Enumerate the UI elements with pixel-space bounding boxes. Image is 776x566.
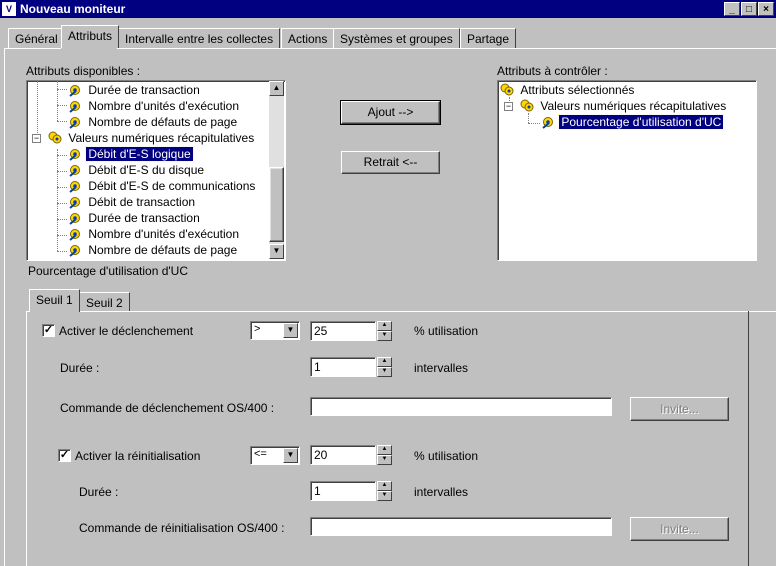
- tree-group[interactable]: Valeurs numériques récapitulatives: [47, 130, 256, 146]
- tab-intervalle[interactable]: Intervalle entre les collectes: [118, 28, 281, 48]
- attribute-group-icon: [500, 83, 514, 96]
- reset-duration-unit: intervalles: [414, 485, 469, 499]
- trigger-value-spinner[interactable]: 25 ▲ ▼: [310, 321, 392, 341]
- spin-down-icon[interactable]: ▼: [377, 331, 392, 341]
- trigger-prompt-button[interactable]: Invite...: [630, 397, 729, 421]
- spin-down-icon[interactable]: ▼: [377, 455, 392, 465]
- chevron-down-icon[interactable]: ▼: [283, 448, 298, 463]
- remove-button[interactable]: Retrait <--: [341, 151, 440, 174]
- scroll-thumb[interactable]: [269, 167, 284, 242]
- tab-attributs[interactable]: Attributs: [61, 25, 120, 48]
- spin-down-icon[interactable]: ▼: [377, 491, 392, 501]
- attribute-icon: [69, 149, 80, 161]
- title-bar[interactable]: V Nouveau moniteur _ □ ×: [0, 0, 776, 18]
- reset-duration-spinner[interactable]: 1 ▲ ▼: [310, 481, 392, 501]
- tree-item[interactable]: Débit de transaction: [67, 194, 197, 210]
- trigger-duration-spinner[interactable]: 1 ▲ ▼: [310, 357, 392, 377]
- tab-actions[interactable]: Actions: [281, 28, 335, 48]
- trigger-duration-label: Durée :: [60, 361, 100, 375]
- attribute-icon: [69, 197, 80, 209]
- attribute-group-icon: [520, 99, 534, 112]
- attribute-icon: [69, 181, 80, 193]
- attribute-icon: [542, 117, 553, 129]
- monitored-attributes-tree[interactable]: Attributs sélectionnés − Valeurs numériq…: [497, 80, 757, 261]
- attribute-icon: [69, 101, 80, 113]
- tab-panel-border: [4, 48, 61, 49]
- close-button[interactable]: ×: [758, 2, 774, 16]
- trigger-command-label: Commande de déclenchement OS/400 :: [60, 401, 275, 415]
- attribute-group-icon: [48, 131, 62, 144]
- reset-prompt-button[interactable]: Invite...: [630, 517, 729, 541]
- spin-up-icon[interactable]: ▲: [377, 445, 392, 455]
- trigger-duration-input[interactable]: 1: [310, 357, 376, 377]
- minimize-button[interactable]: _: [724, 2, 740, 16]
- attribute-icon: [69, 117, 80, 129]
- tree-item[interactable]: Débit d'E-S du disque: [67, 162, 206, 178]
- tree-item[interactable]: Débit d'E-S de communications: [67, 178, 257, 194]
- reset-value-spinner[interactable]: 20 ▲ ▼: [310, 445, 392, 465]
- trigger-duration-unit: intervalles: [414, 361, 469, 375]
- tab-seuil-1[interactable]: Seuil 1: [29, 289, 80, 312]
- tree-item[interactable]: Nombre d'unités d'exécution: [67, 226, 241, 242]
- threshold-panel-right-border: [748, 311, 749, 566]
- collapse-toggle[interactable]: −: [32, 134, 41, 143]
- window-title: Nouveau moniteur: [20, 2, 126, 16]
- tab-seuil-2[interactable]: Seuil 2: [79, 292, 130, 312]
- tab-panel-left-border: [4, 48, 5, 566]
- tree-item[interactable]: Durée de transaction: [67, 210, 202, 226]
- trigger-value-input[interactable]: 25: [310, 321, 376, 341]
- reset-command-input[interactable]: [310, 517, 612, 536]
- available-attributes-label: Attributs disponibles :: [26, 64, 141, 78]
- tab-panel-border-right: [117, 48, 776, 49]
- vertical-scrollbar[interactable]: ▲ ▼: [269, 81, 284, 259]
- spin-up-icon[interactable]: ▲: [377, 357, 392, 367]
- spin-up-icon[interactable]: ▲: [377, 481, 392, 491]
- maximize-button[interactable]: □: [741, 2, 757, 16]
- tree-item[interactable]: Nombre de défauts de page: [67, 242, 239, 258]
- tree-item[interactable]: Durée de transaction: [67, 82, 202, 98]
- attribute-icon: [69, 165, 80, 177]
- selected-attribute-label: Pourcentage d'utilisation d'UC: [28, 264, 189, 278]
- attribute-icon: [69, 213, 80, 225]
- spin-up-icon[interactable]: ▲: [377, 321, 392, 331]
- reset-operator-select[interactable]: <= ▼: [250, 446, 300, 465]
- reset-duration-label: Durée :: [79, 485, 119, 499]
- attribute-icon: [69, 245, 80, 257]
- trigger-checkbox[interactable]: ✓: [42, 324, 55, 337]
- tree-group[interactable]: Valeurs numériques récapitulatives: [519, 98, 728, 114]
- app-icon: V: [2, 2, 16, 16]
- chevron-down-icon[interactable]: ▼: [283, 323, 298, 338]
- trigger-operator-select[interactable]: > ▼: [250, 321, 300, 340]
- tree-item[interactable]: Nombre de défauts de page: [67, 114, 239, 130]
- tree-item[interactable]: Nombre d'unités d'exécution: [67, 98, 241, 114]
- trigger-command-input[interactable]: [310, 397, 612, 416]
- tab-systemes-groupes[interactable]: Systèmes et groupes: [333, 28, 460, 48]
- attribute-icon: [69, 229, 80, 241]
- reset-duration-input[interactable]: 1: [310, 481, 376, 501]
- tree-item-selected[interactable]: Débit d'E-S logique: [67, 146, 194, 162]
- tab-general[interactable]: Général: [8, 28, 65, 48]
- tree-item-selected[interactable]: Pourcentage d'utilisation d'UC: [540, 114, 725, 130]
- monitored-attributes-label: Attributs à contrôler :: [497, 64, 608, 78]
- scroll-down-button[interactable]: ▼: [269, 244, 284, 259]
- tab-partage[interactable]: Partage: [460, 28, 517, 48]
- add-button[interactable]: Ajout -->: [340, 100, 441, 125]
- reset-command-label: Commande de réinitialisation OS/400 :: [79, 521, 285, 535]
- trigger-checkbox-label: Activer le déclenchement: [59, 324, 194, 338]
- collapse-toggle[interactable]: −: [504, 102, 513, 111]
- spin-down-icon[interactable]: ▼: [377, 367, 392, 377]
- trigger-unit: % utilisation: [414, 324, 479, 338]
- attribute-icon: [69, 85, 80, 97]
- available-attributes-tree[interactable]: Durée de transaction Nombre d'unités d'e…: [26, 80, 286, 261]
- reset-checkbox[interactable]: ✓: [58, 449, 71, 462]
- reset-unit: % utilisation: [414, 449, 479, 463]
- reset-checkbox-label: Activer la réinitialisation: [75, 449, 201, 463]
- reset-value-input[interactable]: 20: [310, 445, 376, 465]
- tree-root[interactable]: Attributs sélectionnés: [499, 82, 636, 98]
- scroll-up-button[interactable]: ▲: [269, 81, 284, 96]
